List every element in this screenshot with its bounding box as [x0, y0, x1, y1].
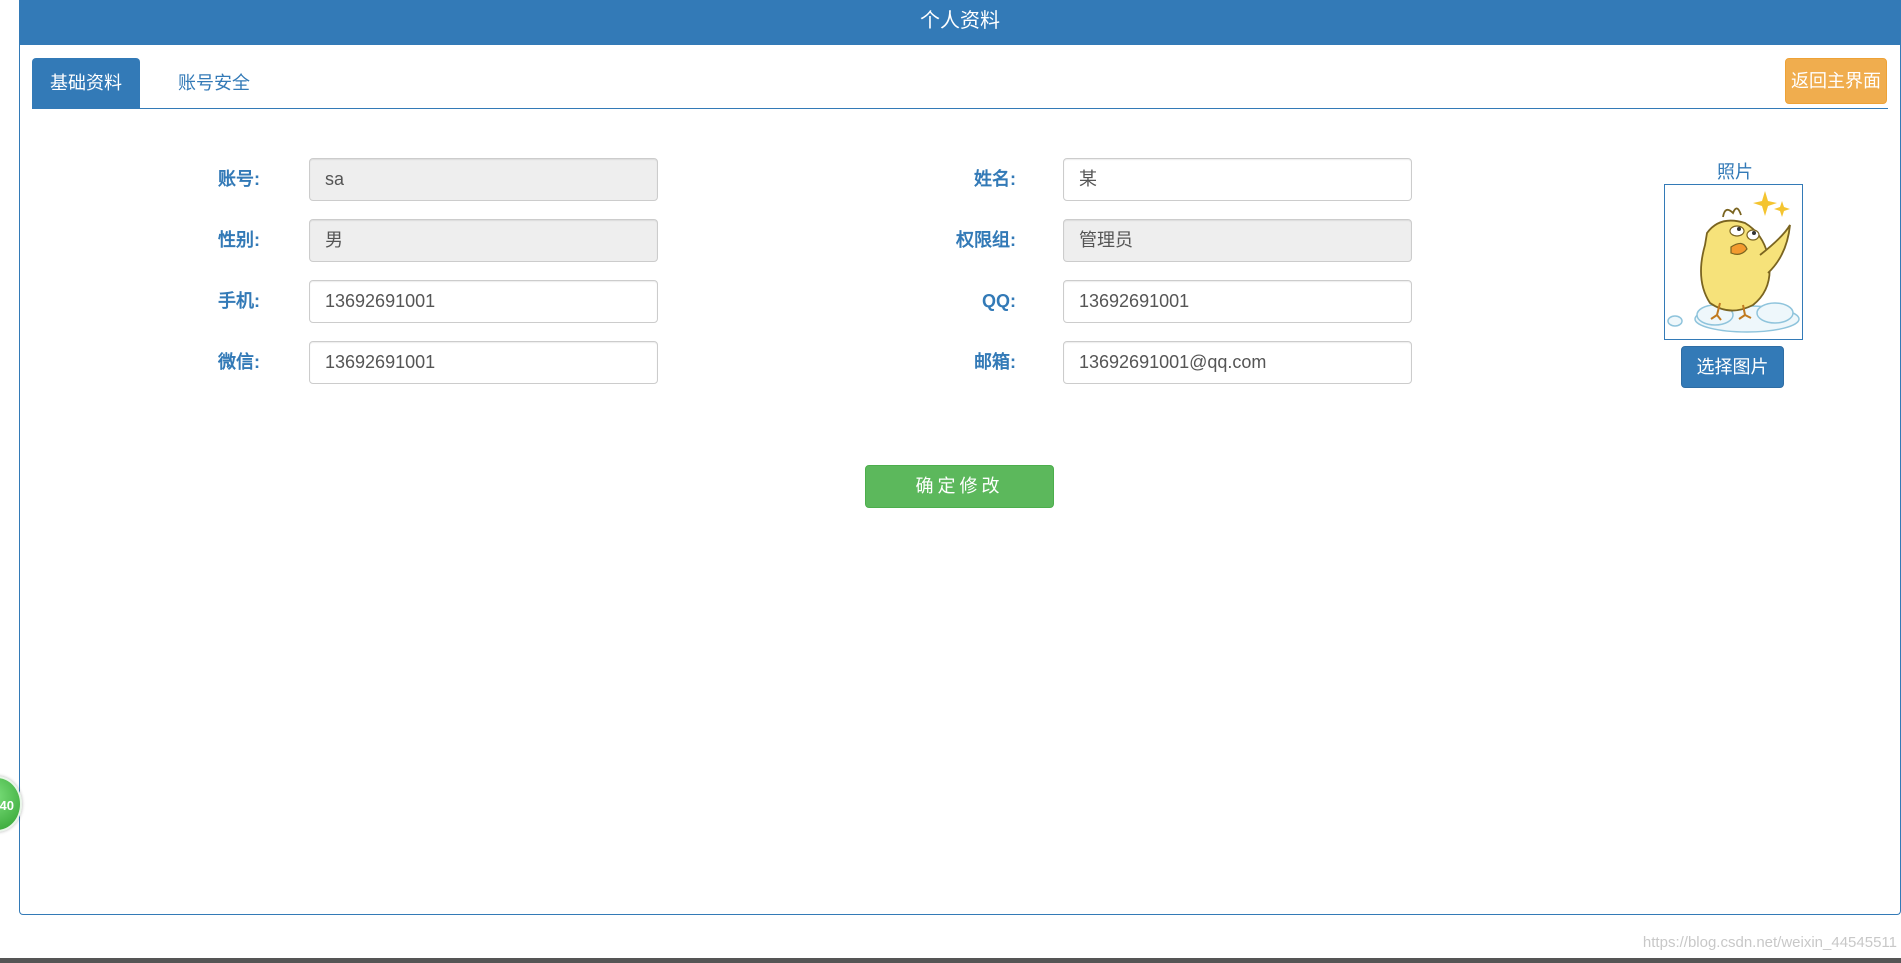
qq-label: QQ:	[982, 291, 1016, 311]
gender-label: 性别:	[218, 230, 260, 250]
email-label: 邮箱:	[974, 352, 1016, 372]
photo-preview	[1664, 184, 1803, 340]
account-label: 账号:	[218, 169, 260, 189]
choose-image-button[interactable]: 选择图片	[1681, 346, 1784, 388]
tab-basic-info[interactable]: 基础资料	[32, 58, 140, 108]
chick-avatar-image	[1667, 191, 1800, 333]
email-field[interactable]: 13692691001@qq.com	[1063, 341, 1412, 384]
profile-panel	[19, 0, 1901, 915]
role-group-label: 权限组:	[956, 230, 1016, 250]
confirm-changes-button[interactable]: 确定修改	[865, 465, 1054, 508]
account-field[interactable]: sa	[309, 158, 658, 201]
phone-label: 手机:	[218, 291, 260, 311]
tab-account-security[interactable]: 账号安全	[160, 58, 268, 108]
name-label: 姓名:	[974, 169, 1016, 189]
tab-bar: 基础资料 账号安全	[32, 58, 1888, 109]
role-group-field[interactable]: 管理员	[1063, 219, 1412, 262]
phone-field[interactable]: 13692691001	[309, 280, 658, 323]
gender-field[interactable]: 男	[309, 219, 658, 262]
bottom-divider	[0, 958, 1901, 963]
qq-field[interactable]: 13692691001	[1063, 280, 1412, 323]
wechat-field[interactable]: 13692691001	[309, 341, 658, 384]
page-title: 个人资料	[19, 0, 1901, 45]
back-to-main-button[interactable]: 返回主界面	[1785, 58, 1887, 104]
wechat-label: 微信:	[218, 352, 260, 372]
profile-page: 个人资料 基础资料 账号安全 返回主界面 账号: sa 性别: 男 手机: 13…	[0, 0, 1901, 963]
name-field[interactable]: 某	[1063, 158, 1412, 201]
photo-label: 照片	[1717, 162, 1753, 182]
watermark-text: https://blog.csdn.net/weixin_44545511	[1642, 934, 1897, 951]
